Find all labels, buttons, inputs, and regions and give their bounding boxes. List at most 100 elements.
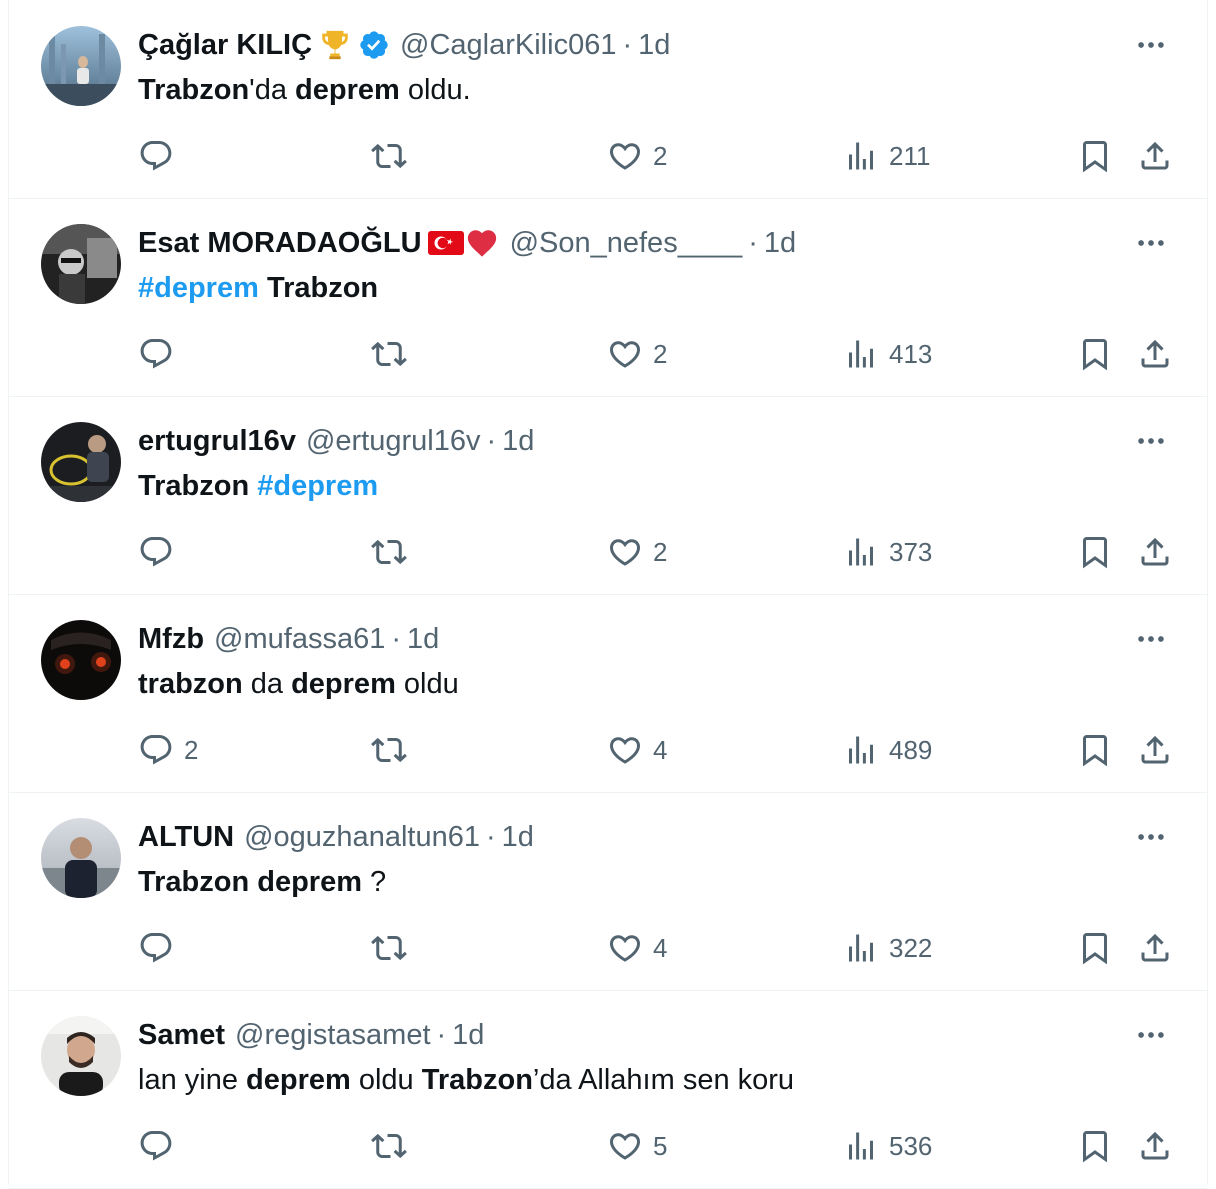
tweet[interactable]: Mfzb @mufassa61 · 1d trabzon da deprem oldu 2…: [9, 594, 1207, 793]
views-button[interactable]: 211: [843, 134, 930, 178]
bookmark-button[interactable]: [1077, 332, 1113, 376]
tweet-header: Esat MORADAOĞLU @Son_nefes____ · 1d: [138, 223, 796, 263]
like-button[interactable]: 4: [607, 926, 667, 970]
tweet-text-segment: ’da Allahım sen koru: [532, 1064, 795, 1096]
like-button[interactable]: 2: [607, 134, 667, 178]
tweet-text-segment: Trabzon: [138, 74, 250, 106]
like-button[interactable]: 4: [607, 728, 667, 772]
user-handle[interactable]: @Son_nefes____: [510, 227, 743, 260]
more-options-icon[interactable]: [1131, 1020, 1171, 1050]
reply-button[interactable]: [138, 1124, 184, 1168]
display-name[interactable]: ertugrul16v: [138, 425, 296, 458]
more-options-icon[interactable]: [1131, 30, 1171, 60]
more-options-icon[interactable]: [1131, 426, 1171, 456]
avatar[interactable]: [41, 224, 121, 304]
like-button[interactable]: 2: [607, 530, 667, 574]
reply-button[interactable]: 2: [138, 728, 198, 772]
display-name[interactable]: ALTUN: [138, 821, 234, 854]
tweet[interactable]: Çağlar KILIÇ @CaglarKilic061 · 1d Trabzon'da…: [9, 0, 1207, 199]
timestamp[interactable]: 1d: [764, 227, 796, 260]
bookmark-button[interactable]: [1077, 1124, 1113, 1168]
share-button[interactable]: [1137, 926, 1173, 970]
share-button[interactable]: [1137, 530, 1173, 574]
tweet-text-segment: trabzon: [138, 668, 243, 700]
like-button[interactable]: 5: [607, 1124, 667, 1168]
retweet-button[interactable]: [371, 1124, 417, 1168]
bookmark-button[interactable]: [1077, 926, 1113, 970]
more-options-icon[interactable]: [1131, 624, 1171, 654]
tweet-actions: 5 536: [9, 1124, 1207, 1168]
views-button[interactable]: 373: [843, 530, 932, 574]
tweet-header: Çağlar KILIÇ @CaglarKilic061 · 1d: [138, 25, 670, 65]
reply-button[interactable]: [138, 530, 184, 574]
tweet-text-segment: deprem: [291, 668, 396, 700]
retweet-button[interactable]: [371, 728, 417, 772]
share-button[interactable]: [1137, 728, 1173, 772]
retweet-button[interactable]: [371, 134, 417, 178]
reply-button[interactable]: [138, 332, 184, 376]
hashtag-link[interactable]: #deprem: [257, 470, 378, 502]
avatar[interactable]: [41, 422, 121, 502]
tweet[interactable]: Esat MORADAOĞLU @Son_nefes____ · 1d #deprem …: [9, 198, 1207, 397]
display-name[interactable]: Mfzb: [138, 623, 204, 656]
views-button[interactable]: 413: [843, 332, 932, 376]
user-handle[interactable]: @oguzhanaltun61: [244, 821, 480, 854]
views-button[interactable]: 489: [843, 728, 932, 772]
hashtag-link[interactable]: #deprem: [138, 272, 259, 304]
timestamp[interactable]: 1d: [502, 425, 534, 458]
tweet-text: trabzon da deprem oldu: [138, 664, 459, 704]
share-button[interactable]: [1137, 1124, 1173, 1168]
retweet-icon: [371, 534, 407, 570]
avatar[interactable]: [41, 620, 121, 700]
user-handle[interactable]: @CaglarKilic061: [400, 29, 616, 62]
tweet[interactable]: ertugrul16v @ertugrul16v · 1d Trabzon #depre…: [9, 396, 1207, 595]
tweet-text-segment: da: [242, 668, 292, 700]
reply-icon: [138, 138, 174, 174]
tweet[interactable]: ALTUN @oguzhanaltun61 · 1d Trabzon deprem ? 4…: [9, 792, 1207, 991]
timestamp[interactable]: 1d: [407, 623, 439, 656]
bookmark-button[interactable]: [1077, 530, 1113, 574]
avatar[interactable]: [41, 1016, 121, 1096]
tweet[interactable]: Samet @registasamet · 1d lan yine deprem old…: [9, 990, 1207, 1189]
user-handle[interactable]: @ertugrul16v: [306, 425, 481, 458]
more-options-icon[interactable]: [1131, 822, 1171, 852]
verified-badge-icon: [358, 29, 390, 61]
views-count: 211: [889, 140, 931, 171]
timestamp[interactable]: 1d: [452, 1019, 484, 1052]
views-button[interactable]: 322: [843, 926, 932, 970]
retweet-button[interactable]: [371, 530, 417, 574]
display-name[interactable]: Esat MORADAOĞLU: [138, 227, 422, 260]
analytics-icon: [843, 336, 879, 372]
share-button[interactable]: [1137, 332, 1173, 376]
separator-dot: ·: [486, 424, 497, 457]
user-handle[interactable]: @mufassa61: [214, 623, 385, 656]
more-options-icon[interactable]: [1131, 228, 1171, 258]
separator-dot: ·: [748, 226, 758, 259]
tweet-text: lan yine deprem oldu Trabzon’da Allahım …: [138, 1060, 794, 1100]
reply-button[interactable]: [138, 134, 184, 178]
views-button[interactable]: 536: [843, 1124, 932, 1168]
views-count: 373: [889, 536, 933, 567]
tweet-actions: 2 373: [9, 530, 1207, 574]
share-icon: [1137, 1128, 1173, 1164]
display-name[interactable]: Samet: [138, 1019, 225, 1052]
heart-icon: [607, 138, 643, 174]
display-name[interactable]: Çağlar KILIÇ: [138, 29, 312, 62]
tweet-text: #deprem Trabzon: [138, 268, 378, 308]
likes-count: 4: [653, 734, 668, 765]
likes-count: 2: [653, 536, 668, 567]
retweet-button[interactable]: [371, 926, 417, 970]
timestamp[interactable]: 1d: [638, 29, 670, 62]
bookmark-button[interactable]: [1077, 728, 1113, 772]
like-button[interactable]: 2: [607, 332, 667, 376]
avatar[interactable]: [41, 818, 121, 898]
reply-button[interactable]: [138, 926, 184, 970]
share-icon: [1137, 732, 1173, 768]
retweet-button[interactable]: [371, 332, 417, 376]
bookmark-button[interactable]: [1077, 134, 1113, 178]
share-button[interactable]: [1137, 134, 1173, 178]
bookmark-icon: [1077, 138, 1113, 174]
user-handle[interactable]: @registasamet: [235, 1019, 430, 1052]
avatar[interactable]: [41, 26, 121, 106]
timestamp[interactable]: 1d: [502, 821, 534, 854]
